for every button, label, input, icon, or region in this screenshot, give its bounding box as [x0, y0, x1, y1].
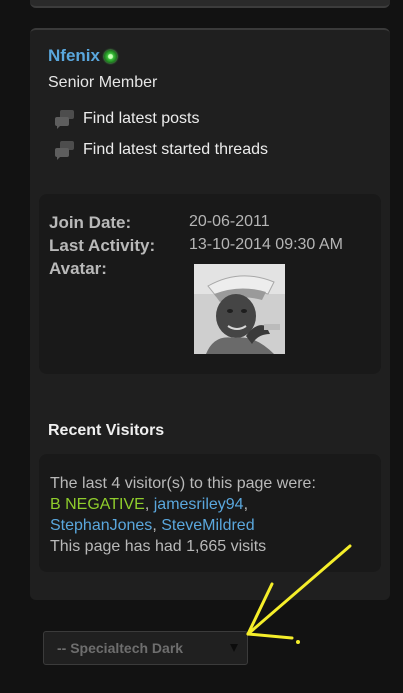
chat-bubbles-icon [54, 139, 78, 161]
visitor-separator: , [144, 496, 150, 513]
visitor-link[interactable]: SteveMildred [161, 517, 254, 534]
user-title: Senior Member [48, 74, 158, 91]
visitor-link[interactable]: StephanJones [50, 517, 152, 534]
recent-visitors-heading: Recent Visitors [48, 422, 165, 439]
avatar [194, 264, 285, 354]
online-status-icon [103, 49, 117, 63]
dropdown-arrow-icon [230, 644, 238, 652]
profile-info-box: Join Date: 20-06-2011 Last Activity: 13-… [39, 194, 381, 374]
last-activity-label: Last Activity: [49, 236, 156, 255]
visitors-intro: The last 4 visitor(s) to this page were: [50, 475, 316, 492]
style-chooser-value: -- Specialtech Dark [57, 640, 184, 656]
visitor-link[interactable]: B NEGATIVE [50, 496, 145, 513]
recent-visitors-text: The last 4 visitor(s) to this page were:… [50, 473, 370, 557]
chat-bubbles-icon [54, 108, 78, 130]
find-latest-threads-label: Find latest started threads [83, 141, 268, 158]
username-row: Nfenix [48, 46, 117, 66]
join-date-value: 20-06-2011 [189, 213, 270, 230]
visitor-link[interactable]: jamesriley94 [154, 496, 244, 513]
find-latest-posts-label: Find latest posts [83, 110, 200, 127]
find-latest-threads-link[interactable]: Find latest started threads [54, 139, 268, 161]
last-activity-value: 13-10-2014 09:30 AM [189, 236, 343, 253]
style-chooser-select[interactable]: -- Specialtech Dark [43, 631, 248, 665]
visitor-separator: , [152, 517, 157, 534]
recent-visitors-box: The last 4 visitor(s) to this page were:… [39, 454, 381, 572]
join-date-label: Join Date: [49, 213, 132, 232]
visit-count-text: This page has had 1,665 visits [50, 538, 267, 555]
find-latest-posts-link[interactable]: Find latest posts [54, 108, 200, 130]
username-link[interactable]: Nfenix [48, 46, 100, 66]
visitor-separator: , [243, 496, 249, 513]
profile-card: Nfenix Senior Member Find latest posts F… [30, 28, 390, 600]
avatar-label: Avatar: [49, 259, 107, 278]
top-panel-edge [30, 0, 390, 8]
